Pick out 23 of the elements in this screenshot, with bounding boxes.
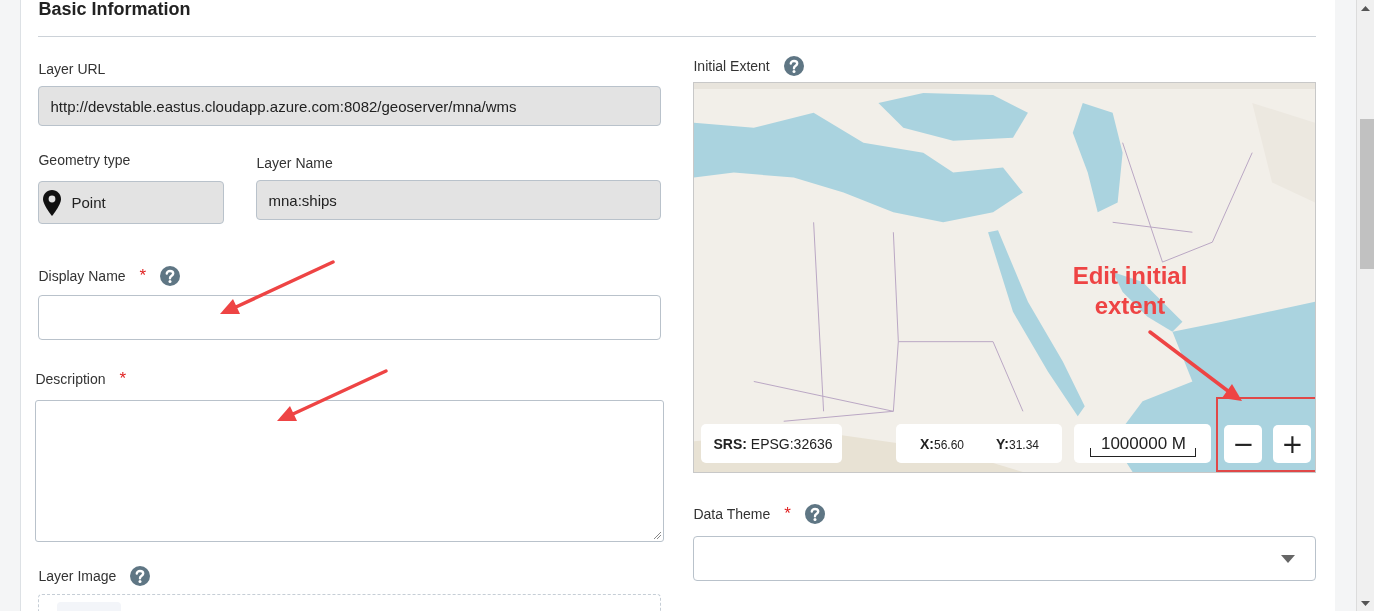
zoom-button[interactable]: + — [1273, 425, 1312, 463]
y-coordinate: Y:31.34 — [996, 435, 1039, 452]
section-title: Basic Information — [38, 0, 192, 19]
scale-bar: 1000000 M — [1074, 424, 1212, 463]
field-label: Layer Image — [38, 568, 117, 584]
layer-name-field[interactable]: mna:ships — [256, 180, 662, 220]
required-mark: * — [784, 504, 791, 524]
field-label: Data Theme — [693, 506, 771, 522]
required-mark: * — [119, 369, 127, 389]
annotation-text: Edit initial extent — [1071, 261, 1189, 321]
layer-url-field[interactable]: http://devstable.eastus.cloudapp.azure.com:8082/geoserver/mna/wms — [38, 86, 662, 126]
srs-display: SRS: EPSG:32636 — [701, 424, 843, 463]
field-label: Layer Name — [256, 155, 334, 171]
field-label: Layer URL — [38, 61, 107, 77]
field-label: Description — [35, 371, 106, 387]
required-mark: * — [139, 266, 147, 286]
field-label: Display Name — [38, 268, 126, 284]
field-label: Initial Extent — [693, 58, 770, 74]
zoom-button[interactable]: − — [1224, 425, 1263, 463]
field-label: Geometry type — [38, 152, 132, 168]
geometry-type-field[interactable]: Point — [38, 181, 225, 224]
geometry-value: Point — [71, 194, 106, 211]
x-coordinate: X:56.60 — [919, 435, 964, 452]
